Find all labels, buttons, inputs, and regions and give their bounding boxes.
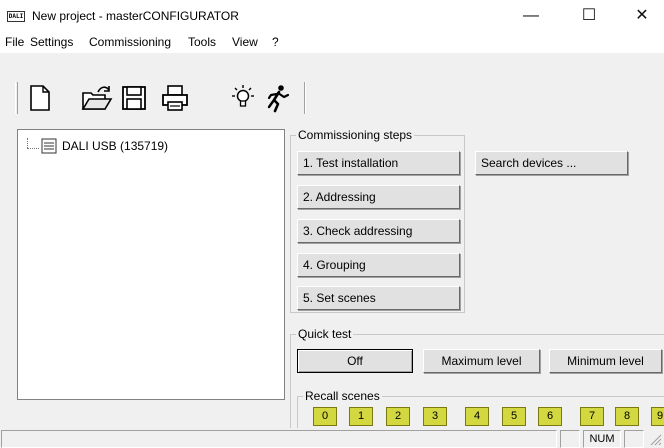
test-installation-button[interactable]: 1. Test installation (297, 151, 460, 175)
menu-bar: File Settings Commissioning Tools View ? (0, 32, 664, 52)
maximum-level-button[interactable]: Maximum level (423, 349, 540, 373)
window-title: New project - masterCONFIGURATOR (32, 9, 239, 23)
toolbar-separator (304, 82, 306, 114)
menu-tools[interactable]: Tools (188, 35, 216, 49)
print-icon[interactable] (160, 83, 190, 113)
check-addressing-button[interactable]: 3. Check addressing (297, 219, 460, 243)
dali-usb-icon (40, 138, 58, 154)
menu-settings[interactable]: Settings (30, 35, 73, 49)
commissioning-steps-legend: Commissioning steps (296, 128, 415, 142)
scene-2-button[interactable]: 2 (386, 407, 410, 426)
maximize-button[interactable]: ☐ (567, 0, 611, 32)
scene-3-button[interactable]: 3 (423, 407, 447, 426)
toolbar-grip[interactable] (15, 82, 18, 114)
scene-5-button[interactable]: 5 (502, 407, 526, 426)
new-document-icon[interactable] (25, 83, 55, 113)
toolbar (0, 52, 664, 126)
scene-4-button[interactable]: 4 (465, 407, 489, 426)
tree-connector (27, 138, 28, 148)
title-bar: DALI New project - masterCONFIGURATOR — … (0, 0, 664, 32)
menu-commissioning[interactable]: Commissioning (89, 35, 171, 49)
minimum-level-button[interactable]: Minimum level (549, 349, 662, 373)
menu-file[interactable]: File (5, 35, 24, 49)
menu-view[interactable]: View (232, 35, 258, 49)
save-disk-icon[interactable] (119, 83, 149, 113)
scene-9-button[interactable]: 9 (651, 407, 664, 426)
scene-6-button[interactable]: 6 (538, 407, 562, 426)
scene-7-button[interactable]: 7 (580, 407, 604, 426)
app-icon: DALI (7, 11, 25, 22)
minimize-button[interactable]: — (509, 0, 553, 32)
grouping-button[interactable]: 4. Grouping (297, 253, 460, 277)
status-scroll-pane (624, 430, 644, 448)
scene-1-button[interactable]: 1 (349, 407, 373, 426)
off-button[interactable]: Off (297, 349, 413, 373)
status-bar: NUM (0, 428, 664, 448)
running-man-icon[interactable] (262, 83, 292, 113)
scene-8-button[interactable]: 8 (615, 407, 639, 426)
status-num-pane: NUM (583, 430, 621, 448)
status-message-pane (1, 430, 557, 448)
device-tree[interactable]: DALI USB (135719) (17, 129, 285, 400)
addressing-button[interactable]: 2. Addressing (297, 185, 460, 209)
tree-item-dali-usb[interactable]: DALI USB (135719) (62, 139, 168, 153)
light-bulb-icon[interactable] (228, 83, 258, 113)
menu-help[interactable]: ? (272, 35, 279, 49)
close-button[interactable]: ✕ (620, 0, 664, 32)
tree-connector (27, 148, 39, 149)
status-caps-pane (560, 430, 580, 448)
recall-scenes-legend: Recall scenes (303, 389, 382, 403)
set-scenes-button[interactable]: 5. Set scenes (297, 286, 460, 310)
quick-test-legend: Quick test (296, 327, 354, 341)
scene-0-button[interactable]: 0 (313, 407, 337, 426)
open-folder-icon[interactable] (81, 83, 113, 113)
resize-grip-icon[interactable] (648, 432, 662, 446)
search-devices-button[interactable]: Search devices ... (475, 151, 628, 175)
